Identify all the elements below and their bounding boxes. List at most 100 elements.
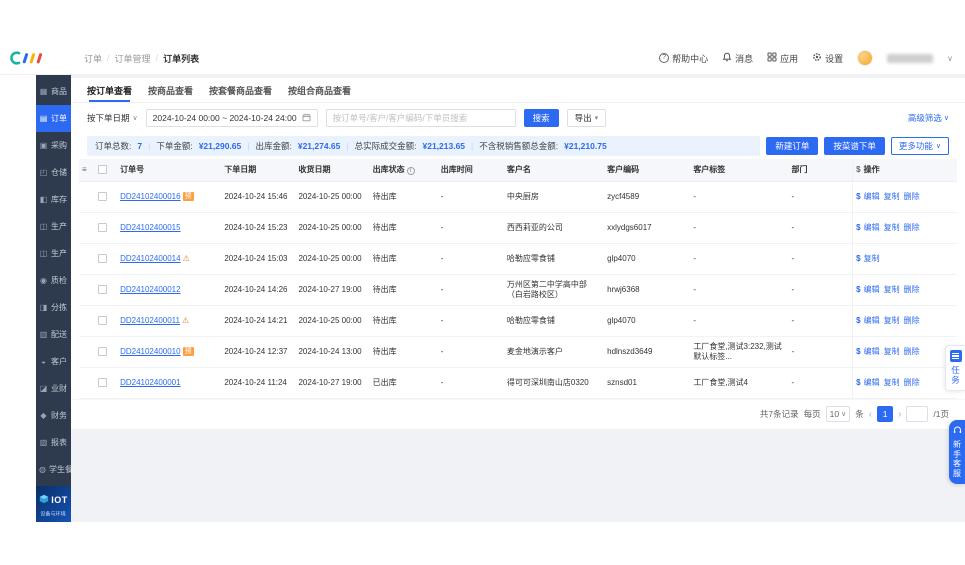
edit-link[interactable]: 编辑 [864,347,880,356]
copy-link[interactable]: 复制 [864,254,880,263]
search-button[interactable]: 搜索 [523,109,559,127]
payment-icon[interactable]: $ [856,285,860,294]
advanced-filter-link[interactable]: 高级筛选 ∨ [908,112,949,124]
quality-icon: ◉ [40,276,47,285]
sidebar-item-quality-check[interactable]: ◉ 质检 [36,267,71,294]
sorting-icon: ◨ [39,303,48,312]
sidebar-item-inventory[interactable]: ◧ 库存 [36,186,71,213]
edit-link[interactable]: 编辑 [864,378,880,387]
support-float-button[interactable]: 新手客服 [949,420,965,484]
outbound-status: 待出库 [369,274,438,306]
page-size-select[interactable]: 10 ∨ [825,406,851,422]
row-checkbox[interactable] [98,377,108,387]
prev-page-button[interactable]: ‹ [869,409,872,420]
sidebar-item-student-meals[interactable]: ◍ 学生餐 [36,456,73,483]
sidebar-item-business-finance[interactable]: ◪ 业财 [36,375,71,402]
page-jump-input[interactable] [906,406,929,422]
new-order-button[interactable]: 新建订单 [766,137,819,155]
customer-tags: - [690,243,789,275]
row-checkbox[interactable] [98,346,108,356]
sidebar-item-orders[interactable]: ▤ 订单 [36,105,71,132]
sidebar-item-delivery[interactable]: ▥ 配送 [36,321,71,348]
delete-link[interactable]: 删除 [904,347,920,356]
total-pages: /1页 [933,409,949,419]
apps-link[interactable]: 应用 [767,52,798,65]
row-checkbox[interactable] [98,191,108,201]
edit-link[interactable]: 编辑 [864,223,880,232]
order-number-link[interactable]: DD24102400012 [120,285,181,294]
preorder-badge: 预 [182,191,194,201]
gear-icon [812,52,822,64]
delete-link[interactable]: 删除 [904,223,920,232]
sidebar-item-production-1[interactable]: ◫ 生产 [36,213,71,240]
sidebar-item-sorting[interactable]: ◨ 分拣 [36,294,71,321]
sidebar-item-customers[interactable]: ◒ 客户 [36,348,71,375]
row-checkbox[interactable] [98,284,108,294]
order-count: 7 [137,141,143,151]
tab-view-by-package[interactable]: 按套餐商品查看 [209,78,272,102]
delete-link[interactable]: 删除 [904,316,920,325]
meal-icon: ◍ [39,465,46,474]
sidebar-item-purchasing[interactable]: ▣ 采购 [36,132,71,159]
search-input[interactable] [325,109,516,127]
sidebar-item-warehousing[interactable]: ◰ 仓储 [36,159,71,186]
copy-link[interactable]: 复制 [884,316,900,325]
copy-link[interactable]: 复制 [884,378,900,387]
breadcrumb-item[interactable]: 订单 [84,52,102,65]
edit-link[interactable]: 编辑 [864,285,880,294]
row-checkbox[interactable] [98,315,108,325]
date-type-select[interactable]: 按下单日期 ∨ [87,112,138,124]
edit-link[interactable]: 编辑 [864,192,880,201]
recipe-order-button[interactable]: 按菜谱下单 [824,137,885,155]
sidebar-item-reports[interactable]: ▨ 报表 [36,429,71,456]
avatar[interactable] [857,50,874,66]
messages-link[interactable]: 消息 [722,52,753,65]
order-number-link[interactable]: DD24102400016 [120,192,181,201]
payment-icon[interactable]: $ [856,254,860,263]
page-number-1[interactable]: 1 [877,406,894,422]
expand-all-icon[interactable]: ≡ [82,165,87,174]
help-center-link[interactable]: ? 帮助中心 [659,52,708,65]
payment-icon[interactable]: $ [856,316,860,325]
copy-link[interactable]: 复制 [884,223,900,232]
sidebar-item-production-2[interactable]: ◫ 生产 [36,240,71,267]
summary-row: 订单总数: 7 | 下单金额: ¥21,290.65 | 出库金额: ¥21,274.… [71,133,965,159]
edit-link[interactable]: 编辑 [864,316,880,325]
order-number-link[interactable]: DD24102400011 [120,316,180,325]
select-all-checkbox[interactable] [98,165,108,175]
payment-icon[interactable]: $ [856,378,860,387]
payment-icon[interactable]: $ [856,223,860,232]
order-date: 2024-10-24 12:37 [221,336,296,368]
payment-icon[interactable]: $ [856,192,860,201]
copy-link[interactable]: 复制 [884,192,900,201]
tab-view-by-product[interactable]: 按商品查看 [148,78,193,102]
order-number-link[interactable]: DD24102400010 [120,347,181,356]
delete-link[interactable]: 删除 [904,285,920,294]
date-range-input[interactable]: 2024-10-24 00:00 ~ 2024-10-24 24:00 [145,109,318,127]
sidebar-item-products[interactable]: ▦ 商品 [36,78,71,105]
delete-link[interactable]: 删除 [904,378,920,387]
settings-link[interactable]: 设置 [812,52,843,65]
row-checkbox[interactable] [98,253,108,263]
copy-link[interactable]: 复制 [884,347,900,356]
tab-view-by-combo[interactable]: 按组合商品查看 [288,78,351,102]
order-number-link[interactable]: DD24102400015 [120,223,181,232]
export-button[interactable]: 导出 ▾ [566,109,607,127]
outbound-status: 待出库 [369,243,438,275]
order-number-link[interactable]: DD24102400001 [120,378,181,387]
payment-icon[interactable]: $ [856,347,860,356]
info-icon[interactable]: i [406,167,415,176]
next-page-button[interactable]: › [898,409,901,420]
iot-logo[interactable]: IOT 设备与环境 [36,486,71,522]
task-float-button[interactable]: 任务 [945,345,965,391]
row-checkbox[interactable] [98,222,108,232]
delete-link[interactable]: 删除 [904,192,920,201]
more-functions-button[interactable]: 更多功能 ∨ [890,137,949,155]
copy-link[interactable]: 复制 [884,285,900,294]
order-number-link[interactable]: DD24102400014 [120,254,181,263]
tab-view-by-order[interactable]: 按订单查看 [87,78,132,102]
chevron-down-icon[interactable]: ∨ [947,54,953,63]
sidebar-item-finance[interactable]: ◆ 财务 [36,402,71,429]
breadcrumb-item[interactable]: 订单管理 [115,52,151,65]
pagination: 共7条记录 每页 10 ∨ 条 ‹ 1 › /1页 [71,398,965,429]
